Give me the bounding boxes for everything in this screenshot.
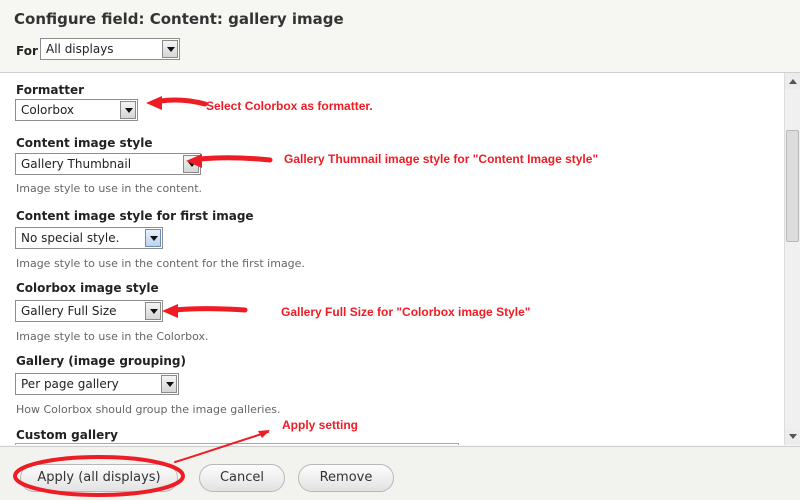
formatter-arrow <box>13 96 273 497</box>
colorbox-style-annotation: Gallery Full Size for "Colorbox image St… <box>281 305 531 319</box>
content-style-annotation: Gallery Thumnail image style for "Conten… <box>284 152 599 166</box>
configure-field-dialog: Configure field: Content: gallery image … <box>0 0 800 500</box>
formatter-annotation: Select Colorbox as formatter. <box>206 99 373 113</box>
apply-annotation: Apply setting <box>282 418 359 432</box>
